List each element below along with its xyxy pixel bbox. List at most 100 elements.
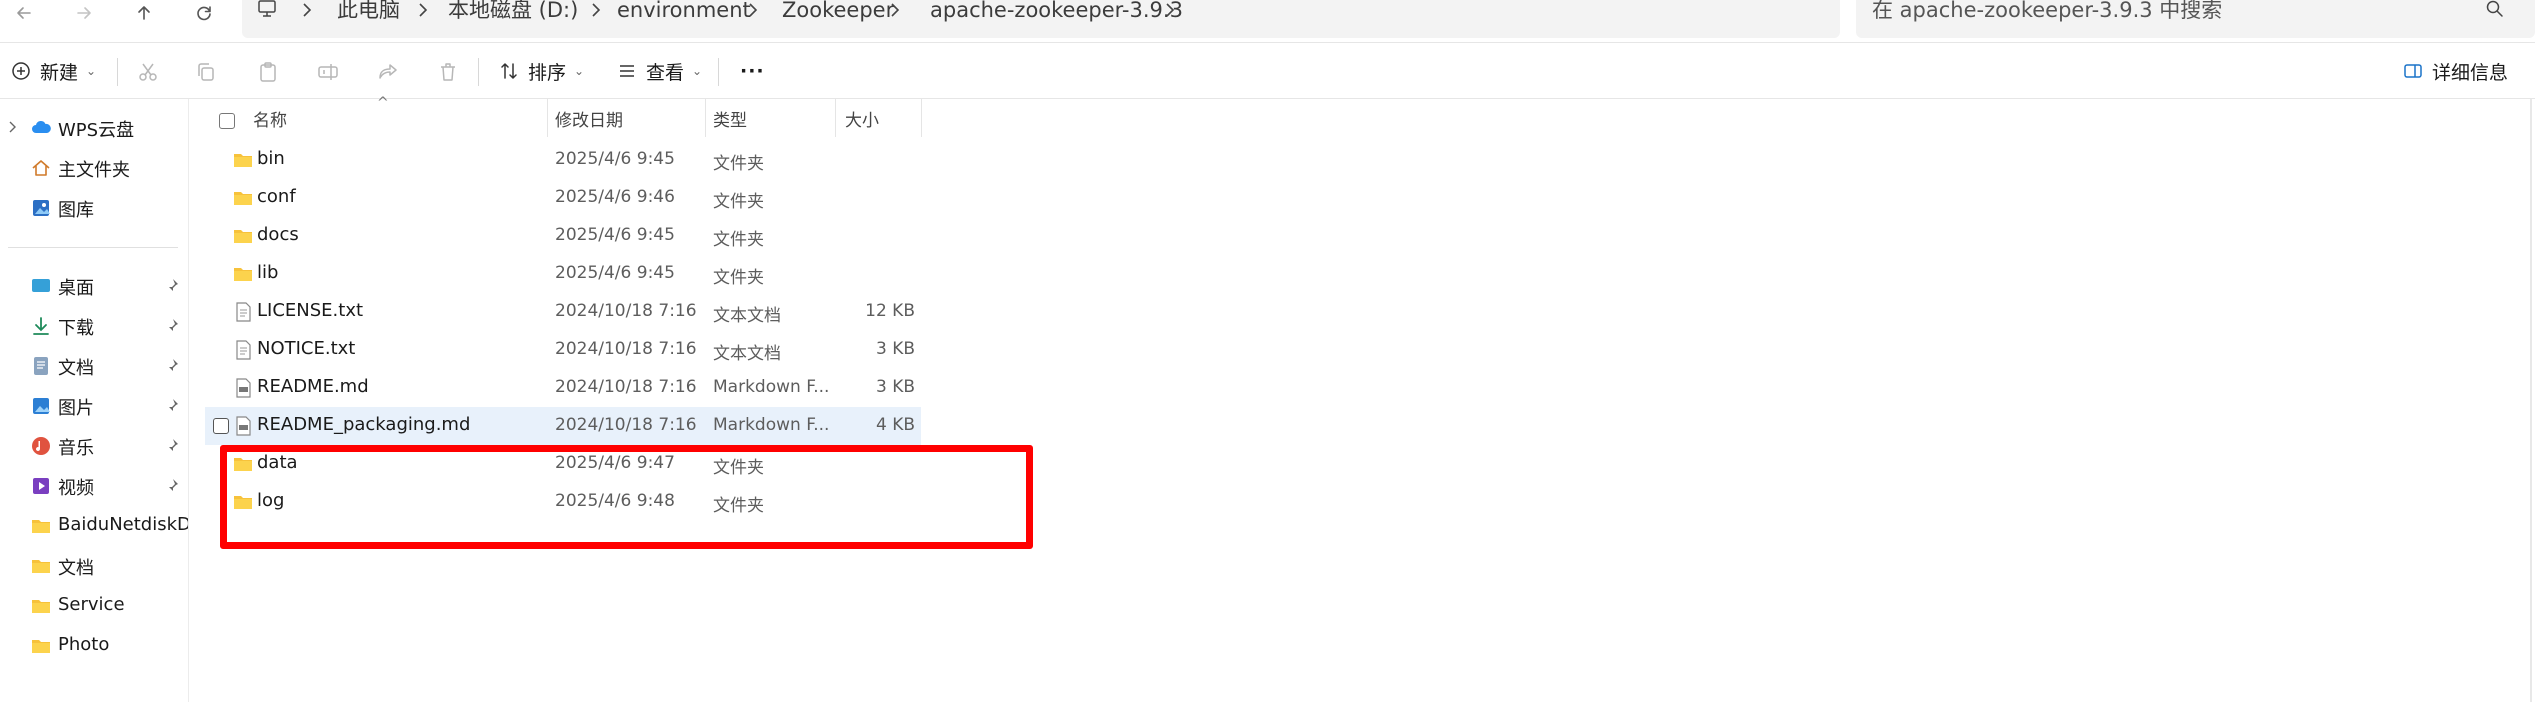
file-row[interactable]: bin 2025/4/6 9:45 文件夹 (205, 141, 921, 179)
file-name[interactable]: README_packaging.md (257, 414, 470, 435)
paste-icon[interactable] (256, 60, 280, 84)
rename-icon[interactable] (316, 60, 340, 84)
navigation-pane: WPS云盘 主文件夹 图库 桌面 下载 文档 图片 音乐 视频 BaiduNet… (0, 99, 189, 702)
file-modified: 2024/10/18 7:16 (555, 339, 697, 359)
sidebar-item-pictures[interactable]: 图片 (0, 387, 188, 425)
pin-icon (167, 359, 178, 373)
column-header-modified[interactable]: 修改日期 (555, 105, 623, 137)
select-all-checkbox[interactable] (219, 113, 235, 129)
sidebar-item-music[interactable]: 音乐 (0, 427, 188, 465)
pin-icon (167, 319, 178, 333)
column-divider[interactable] (705, 99, 706, 137)
new-button[interactable]: 新建 ⌄ (10, 56, 96, 86)
file-type: 文件夹 (713, 268, 764, 288)
column-header-name[interactable]: 名称 (253, 105, 287, 137)
column-divider[interactable] (835, 99, 836, 137)
address-row: 此电脑 本地磁盘 (D:) environment Zookeeper apac… (0, 0, 2535, 43)
details-label: 详细信息 (2432, 61, 2509, 84)
breadcrumb-drive-d[interactable]: 本地磁盘 (D:) (448, 0, 578, 25)
sidebar-item-home[interactable]: 主文件夹 (0, 149, 188, 187)
up-button[interactable] (122, 0, 166, 26)
sidebar-item-downloads[interactable]: 下载 (0, 307, 188, 345)
file-type: 文本文档 (713, 344, 781, 364)
chevron-down-icon: ⌄ (86, 64, 97, 78)
command-bar: 新建 ⌄ 排序 ⌄ 查看 ⌄ ··· 详细信息 (0, 42, 2535, 99)
column-header-size[interactable]: 大小 (845, 105, 879, 137)
breadcrumb-this-pc[interactable]: 此电脑 (337, 0, 400, 25)
sidebar-divider (8, 247, 178, 248)
back-arrow-icon (17, 7, 31, 19)
file-row[interactable]: docs 2025/4/6 9:45 文件夹 (205, 217, 921, 255)
sidebar-item-service[interactable]: Service (0, 587, 188, 625)
search-box[interactable]: 在 apache-zookeeper-3.9.3 中搜索 (1856, 0, 2535, 38)
column-divider[interactable] (921, 99, 922, 137)
home-icon (30, 157, 52, 179)
row-checkbox[interactable] (213, 418, 229, 434)
cloud-icon (30, 117, 52, 139)
sidebar-item-wps-cloud[interactable]: WPS云盘 (0, 109, 188, 147)
delete-icon[interactable] (436, 60, 460, 84)
file-name[interactable]: lib (257, 262, 278, 283)
new-label: 新建 (40, 61, 79, 84)
copy-icon[interactable] (194, 60, 218, 84)
sidebar-item-docs-folder[interactable]: 文档 (0, 547, 188, 585)
forward-button[interactable] (62, 0, 106, 26)
view-label: 查看 (646, 61, 685, 84)
chevron-down-icon: ⌄ (692, 64, 703, 78)
sidebar-item-baidu-netdisk[interactable]: BaiduNetdiskDownload (0, 507, 188, 545)
file-name[interactable]: docs (257, 224, 299, 245)
sidebar-item-desktop[interactable]: 桌面 (0, 267, 188, 305)
file-row[interactable]: lib 2025/4/6 9:45 文件夹 (205, 255, 921, 293)
file-name[interactable]: bin (257, 148, 285, 169)
sidebar-item-documents[interactable]: 文档 (0, 347, 188, 385)
file-row[interactable]: README_packaging.md 2024/10/18 7:16 Mark… (205, 407, 921, 445)
refresh-button[interactable] (182, 0, 226, 26)
column-divider[interactable] (547, 99, 548, 137)
details-pane-button[interactable]: 详细信息 (2402, 56, 2508, 86)
column-header-type[interactable]: 类型 (713, 105, 747, 137)
file-name[interactable]: README.md (257, 376, 369, 397)
view-button[interactable]: 查看 ⌄ (616, 56, 702, 86)
file-type: Markdown F... (713, 415, 830, 435)
search-input[interactable]: 在 apache-zookeeper-3.9.3 中搜索 (1872, 0, 2222, 25)
file-type: Markdown F... (713, 377, 830, 397)
pin-icon (167, 279, 178, 293)
sort-button[interactable]: 排序 ⌄ (498, 56, 584, 86)
chevron-right-icon[interactable] (1162, 0, 1178, 22)
search-icon[interactable] (2484, 0, 2506, 20)
sidebar-item-photo[interactable]: Photo (0, 627, 188, 665)
share-icon[interactable] (376, 60, 400, 84)
file-modified: 2025/4/6 9:45 (555, 263, 675, 283)
pin-icon (167, 479, 178, 493)
markdown-file-icon (232, 415, 254, 437)
sidebar-item-videos[interactable]: 视频 (0, 467, 188, 505)
file-row[interactable]: conf 2025/4/6 9:46 文件夹 (205, 179, 921, 217)
more-options-button[interactable]: ··· (740, 56, 765, 86)
back-button[interactable] (2, 0, 46, 26)
toolbar-divider (718, 58, 719, 86)
chevron-right-icon (745, 0, 761, 22)
file-type: 文本文档 (713, 306, 781, 326)
address-bar[interactable]: 此电脑 本地磁盘 (D:) environment Zookeeper apac… (242, 0, 1840, 38)
breadcrumb-environment[interactable]: environment (617, 0, 751, 25)
breadcrumb-apache-zookeeper[interactable]: apache-zookeeper-3.9.3 (930, 0, 1183, 25)
cut-icon[interactable] (136, 60, 160, 84)
file-name[interactable]: NOTICE.txt (257, 338, 355, 359)
file-type: 文件夹 (713, 230, 764, 250)
file-row[interactable]: LICENSE.txt 2024/10/18 7:16 文本文档 12 KB (205, 293, 921, 331)
toolbar-divider (478, 58, 479, 86)
file-row[interactable]: README.md 2024/10/18 7:16 Markdown F... … (205, 369, 921, 407)
view-icon (620, 65, 634, 77)
folder-icon (232, 225, 254, 247)
scrollbar-track[interactable] (2530, 99, 2532, 702)
file-name[interactable]: conf (257, 186, 296, 207)
pictures-icon (30, 395, 52, 417)
breadcrumb-zookeeper[interactable]: Zookeeper (782, 0, 894, 25)
file-row[interactable]: NOTICE.txt 2024/10/18 7:16 文本文档 3 KB (205, 331, 921, 369)
sidebar-item-gallery[interactable]: 图库 (0, 189, 188, 227)
document-icon (30, 355, 52, 377)
file-type: 文件夹 (713, 154, 764, 174)
file-name[interactable]: LICENSE.txt (257, 300, 363, 321)
sort-label: 排序 (528, 61, 567, 84)
chevron-right-icon (887, 0, 903, 22)
